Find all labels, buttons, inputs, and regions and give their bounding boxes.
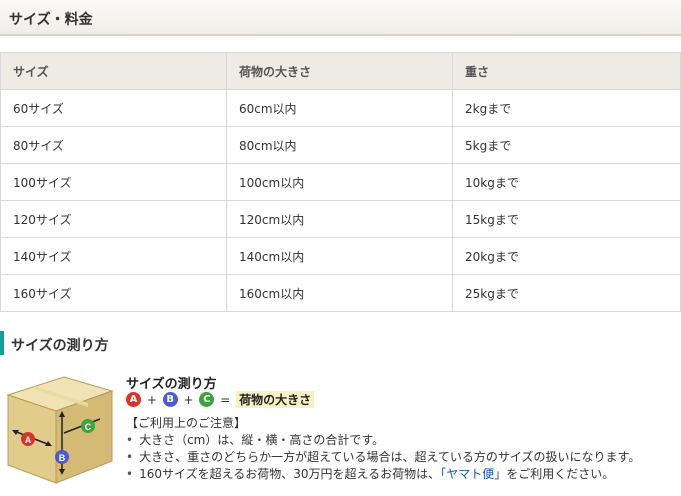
dimension-cell: 60cm以内 xyxy=(226,89,453,127)
column-header-dimensions: 荷物の大きさ xyxy=(226,52,453,90)
size-cell: 60サイズ xyxy=(0,89,227,127)
table-header-row: サイズ 荷物の大きさ 重さ xyxy=(0,52,681,90)
list-item: 160サイズを超えるお荷物、30万円を超えるお荷物は、「ヤマト便」をご利用くださ… xyxy=(126,466,640,483)
box-label-c: C xyxy=(85,422,92,432)
column-header-size: サイズ xyxy=(0,52,227,90)
circle-a-icon: A xyxy=(126,392,141,407)
plus-sign: + xyxy=(146,392,157,407)
dimension-cell: 80cm以内 xyxy=(226,126,453,164)
weight-cell: 10kgまで xyxy=(452,163,681,201)
table-row: 100サイズ 100cm以内 10kgまで xyxy=(0,163,681,201)
measure-heading-text: サイズの測り方 xyxy=(11,338,109,354)
notes-list: 大きさ（cm）は、縦・横・高さの合計です。 大きさ、重さのどちらか一方が超えてい… xyxy=(126,432,640,483)
cardboard-box-illustration: A C B xyxy=(4,373,116,489)
size-cell: 160サイズ xyxy=(0,274,227,312)
yamato-bin-link[interactable]: 「ヤマト便」 xyxy=(440,467,506,481)
size-price-table: サイズ 荷物の大きさ 重さ 60サイズ 60cm以内 2kgまで 80サイズ 8… xyxy=(0,52,681,312)
circle-b-icon: B xyxy=(162,392,178,407)
dimension-cell: 100cm以内 xyxy=(226,163,453,201)
column-header-weight: 重さ xyxy=(452,52,681,90)
note-text: 160サイズを超えるお荷物、30万円を超えるお荷物は、 xyxy=(139,467,441,481)
table-row: 120サイズ 120cm以内 15kgまで xyxy=(0,200,681,238)
section-title: サイズ・料金 xyxy=(9,12,93,28)
size-cell: 80サイズ xyxy=(0,126,227,164)
box-label-b: B xyxy=(59,453,66,463)
table-row: 80サイズ 80cm以内 5kgまで xyxy=(0,126,681,164)
section-title-bar: サイズ・料金 xyxy=(0,0,681,36)
box-label-a: A xyxy=(25,435,32,445)
weight-cell: 20kgまで xyxy=(452,237,681,275)
formula-result: 荷物の大きさ xyxy=(236,391,315,408)
weight-cell: 15kgまで xyxy=(452,200,681,238)
dimension-cell: 160cm以内 xyxy=(226,274,453,312)
weight-cell: 2kgまで xyxy=(452,89,681,127)
list-item: 大きさ（cm）は、縦・横・高さの合計です。 xyxy=(126,432,640,449)
table-row: 160サイズ 160cm以内 25kgまで xyxy=(0,274,681,312)
heading-accent-bar xyxy=(0,331,4,355)
dimension-cell: 140cm以内 xyxy=(226,237,453,275)
list-item: 大きさ、重さのどちらか一方が超えている場合は、超えている方のサイズの扱いになりま… xyxy=(126,449,640,466)
plus-sign: + xyxy=(183,392,194,407)
weight-cell: 5kgまで xyxy=(452,126,681,164)
dimension-cell: 120cm以内 xyxy=(226,200,453,238)
measure-title: サイズの測り方 xyxy=(126,377,217,392)
table-row: 60サイズ 60cm以内 2kgまで xyxy=(0,89,681,127)
weight-cell: 25kgまで xyxy=(452,274,681,312)
size-cell: 100サイズ xyxy=(0,163,227,201)
size-cell: 120サイズ xyxy=(0,200,227,238)
circle-c-icon: C xyxy=(199,392,215,407)
equals-sign: = xyxy=(220,392,231,407)
note-text: をご利用ください。 xyxy=(506,467,615,481)
measure-section-heading: サイズの測り方 xyxy=(0,331,400,355)
size-cell: 140サイズ xyxy=(0,237,227,275)
size-formula: A + B + C = 荷物の大きさ xyxy=(126,391,315,409)
notice-heading: 【ご利用上のご注意】 xyxy=(126,416,247,430)
table-row: 140サイズ 140cm以内 20kgまで xyxy=(0,237,681,275)
